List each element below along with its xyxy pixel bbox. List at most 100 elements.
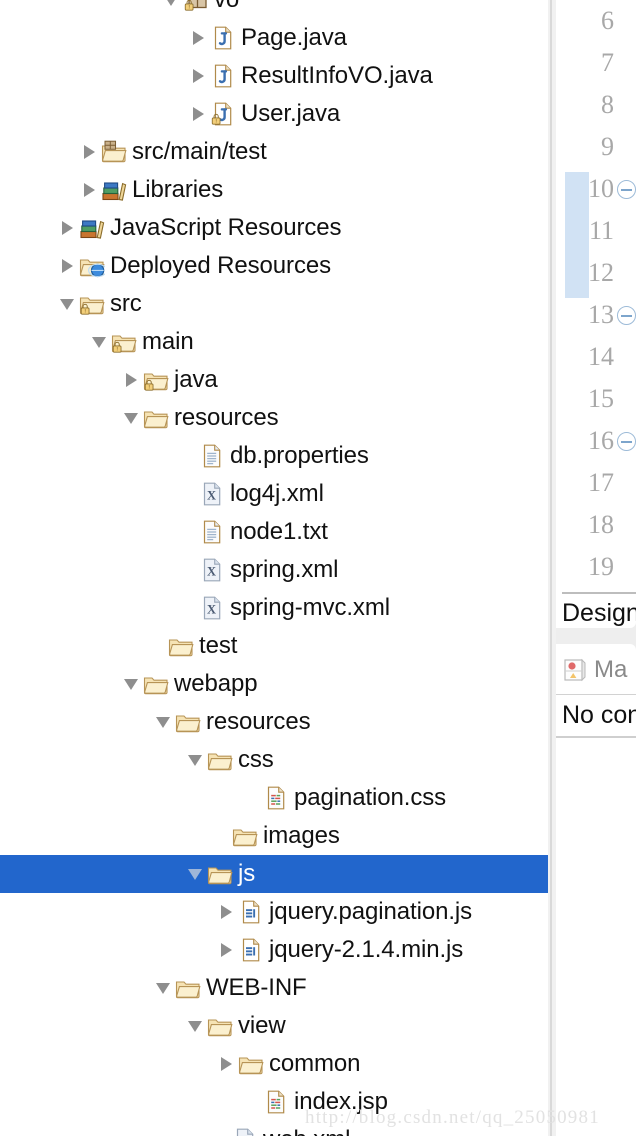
markers-panel[interactable]: Ma No con bbox=[556, 644, 636, 744]
line-number: 18 bbox=[588, 510, 614, 539]
chevron-right-icon[interactable] bbox=[187, 57, 209, 95]
chevron-down-icon[interactable] bbox=[184, 741, 206, 779]
js-file-icon bbox=[238, 899, 264, 925]
folder-locked-icon: ! bbox=[143, 367, 169, 393]
folder-icon bbox=[232, 823, 258, 849]
twisty-spacer bbox=[240, 1083, 262, 1121]
markers-empty-text: No con bbox=[562, 701, 636, 729]
folder-icon bbox=[143, 405, 169, 431]
java-file-locked-icon: ! bbox=[210, 101, 236, 127]
chevron-right-icon[interactable] bbox=[56, 247, 78, 285]
tree-row[interactable]: ! vo bbox=[0, 0, 548, 19]
tree-row[interactable]: ! main bbox=[0, 323, 548, 361]
tree-row[interactable]: ! java bbox=[0, 361, 548, 399]
chevron-right-icon[interactable] bbox=[187, 19, 209, 57]
tree-row-label: Page.java bbox=[241, 24, 347, 51]
folder-icon bbox=[143, 671, 169, 697]
editor-panel[interactable]: 6 7 8 9 10 11 12 13 14 15 16 17 18 19 Design bbox=[556, 0, 636, 628]
tree-row[interactable]: JavaScript Resources bbox=[0, 209, 548, 247]
fold-collapse-icon[interactable] bbox=[617, 180, 636, 199]
fold-collapse-icon[interactable] bbox=[617, 306, 636, 325]
fold-collapse-icon[interactable] bbox=[617, 432, 636, 451]
tree-row[interactable]: images bbox=[0, 817, 548, 855]
twisty-spacer bbox=[176, 589, 198, 627]
chevron-down-icon[interactable] bbox=[88, 323, 110, 361]
tree-row[interactable]: common bbox=[0, 1045, 548, 1083]
chevron-down-icon[interactable] bbox=[120, 665, 142, 703]
line-number: 19 bbox=[588, 552, 614, 581]
tree-row[interactable]: Page.java bbox=[0, 19, 548, 57]
chevron-right-icon[interactable] bbox=[56, 209, 78, 247]
chevron-right-icon[interactable] bbox=[78, 133, 100, 171]
tree-row-selected[interactable]: js bbox=[0, 855, 548, 893]
tree-row[interactable]: db.properties bbox=[0, 437, 548, 475]
tab-design[interactable]: Design bbox=[562, 598, 636, 628]
tree-row[interactable]: node1.txt bbox=[0, 513, 548, 551]
ruler-separator bbox=[562, 592, 636, 594]
tree-row[interactable]: Libraries bbox=[0, 171, 548, 209]
line-number-ruler[interactable]: 6 7 8 9 10 11 12 13 14 15 16 17 18 19 bbox=[556, 0, 636, 590]
tree-row[interactable]: Xspring.xml bbox=[0, 551, 548, 589]
chevron-right-icon[interactable] bbox=[187, 95, 209, 133]
folder-icon bbox=[238, 1051, 264, 1077]
tree-row[interactable]: Xspring-mvc.xml bbox=[0, 589, 548, 627]
chevron-right-icon[interactable] bbox=[215, 931, 237, 969]
project-explorer-panel[interactable]: !voPage.javaResultInfoVO.java!User.javas… bbox=[0, 0, 548, 1136]
tree-row[interactable]: src/main/test bbox=[0, 133, 548, 171]
tree-row[interactable]: ! User.java bbox=[0, 95, 548, 133]
tree-row[interactable]: ResultInfoVO.java bbox=[0, 57, 548, 95]
tree-row-label: jquery-2.1.4.min.js bbox=[269, 936, 464, 963]
tree-row[interactable]: webapp bbox=[0, 665, 548, 703]
tree-row[interactable]: jquery.pagination.js bbox=[0, 893, 548, 931]
tree-row-label: pagination.css bbox=[294, 784, 447, 811]
deployed-folder-icon bbox=[79, 253, 105, 279]
tree-row[interactable]: WEB-INF bbox=[0, 969, 548, 1007]
chevron-right-icon[interactable] bbox=[120, 361, 142, 399]
tree-row-label: java bbox=[174, 366, 218, 393]
chevron-down-icon[interactable] bbox=[184, 1007, 206, 1045]
tree-row-label: webapp bbox=[174, 670, 258, 697]
tree-row-label: main bbox=[142, 328, 194, 355]
tree-row[interactable]: Deployed Resources bbox=[0, 247, 548, 285]
tree-row[interactable]: view bbox=[0, 1007, 548, 1045]
chevron-down-icon[interactable] bbox=[56, 285, 78, 323]
line-number: 11 bbox=[588, 216, 614, 245]
chevron-right-icon[interactable] bbox=[215, 893, 237, 931]
chevron-right-icon[interactable] bbox=[215, 1045, 237, 1083]
tree-row[interactable]: css bbox=[0, 741, 548, 779]
tree-row-label: view bbox=[238, 1012, 286, 1039]
svg-text:X: X bbox=[207, 602, 216, 616]
tree-row[interactable]: resources bbox=[0, 399, 548, 437]
tree-row[interactable]: ! src bbox=[0, 285, 548, 323]
chevron-down-icon[interactable] bbox=[152, 703, 174, 741]
tab-markers[interactable]: Ma bbox=[562, 654, 627, 686]
markers-panel-body bbox=[556, 744, 636, 1136]
tree-row[interactable]: Xweb.xml bbox=[0, 1121, 548, 1136]
chevron-down-icon[interactable] bbox=[152, 969, 174, 1007]
tree-row[interactable]: pagination.css bbox=[0, 779, 548, 817]
chevron-down-icon[interactable] bbox=[120, 399, 142, 437]
panel-sash-divider[interactable] bbox=[548, 0, 556, 1136]
tree-row[interactable]: Xlog4j.xml bbox=[0, 475, 548, 513]
tree-row[interactable]: index.jsp bbox=[0, 1083, 548, 1121]
css-file-icon bbox=[263, 785, 289, 811]
chevron-down-icon[interactable] bbox=[184, 855, 206, 893]
tree-row-label: User.java bbox=[241, 100, 341, 127]
tree-row[interactable]: jquery-2.1.4.min.js bbox=[0, 931, 548, 969]
tree-row[interactable]: test bbox=[0, 627, 548, 665]
line-number: 13 bbox=[588, 300, 614, 329]
source-folder-icon bbox=[101, 139, 127, 165]
folder-icon bbox=[175, 709, 201, 735]
java-file-icon bbox=[210, 25, 236, 51]
chevron-right-icon[interactable] bbox=[78, 171, 100, 209]
twisty-spacer bbox=[176, 437, 198, 475]
tree-row-label: common bbox=[269, 1050, 361, 1077]
tree-row[interactable]: resources bbox=[0, 703, 548, 741]
chevron-down-icon[interactable] bbox=[160, 0, 182, 19]
